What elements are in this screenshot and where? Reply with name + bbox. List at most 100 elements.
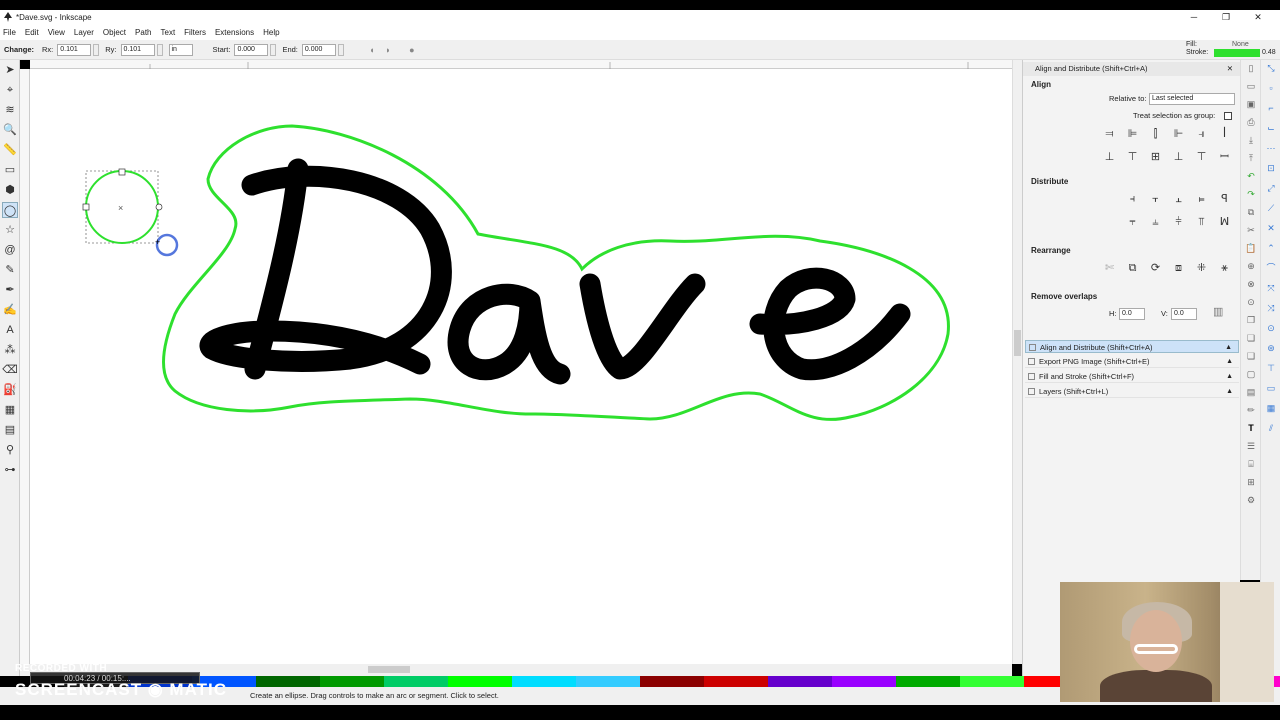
randomize-centers-icon[interactable]: ⁜ [1193,260,1210,277]
menu-text[interactable]: Text [161,28,176,37]
palette-swatch[interactable] [960,676,1024,687]
spiral-tool-icon[interactable]: @ [2,242,18,258]
copy-icon[interactable]: ⧉ [1243,204,1259,220]
snap-others-icon[interactable]: ⤨ [1263,300,1279,316]
panel-layers[interactable]: Layers (Shift+Ctrl+L) ▲ [1025,385,1239,398]
save-icon[interactable]: ▣ [1243,96,1259,112]
distribute-gaps-h-icon[interactable]: ⫢ [1193,191,1210,208]
snap-bbox-icon[interactable]: ▫ [1263,80,1279,96]
menu-layer[interactable]: Layer [74,28,94,37]
fill-stroke-dialog-icon[interactable]: ✏ [1243,402,1259,418]
menu-file[interactable]: File [3,28,16,37]
ellipse-tool-icon[interactable]: ◯ [2,202,18,218]
duplicate-icon[interactable]: ❐ [1243,312,1259,328]
panel-align-chevron-icon[interactable]: ▲ [1225,341,1232,354]
rx-input[interactable]: 0.101 [57,43,92,56]
palette-swatch[interactable] [320,676,384,687]
zoom-page-icon[interactable]: ⊙ [1243,294,1259,310]
vscroll-thumb[interactable] [1014,330,1021,356]
exchange-z-order-icon[interactable]: ⧈ [1170,260,1187,277]
align-bottom-edge-icon[interactable]: ⊥ [1101,149,1118,166]
distribute-text-v-icon[interactable]: ꟽ [1216,214,1233,231]
arc-open-icon[interactable]: ◖ [366,44,378,56]
panel-align-distribute[interactable]: Align and Distribute (Shift+Ctrl+A) ▲ [1025,340,1239,353]
bucket-tool-icon[interactable]: ⛽ [2,382,18,398]
import-icon[interactable]: ⤓ [1243,132,1259,148]
unlink-clone-icon[interactable]: ❑ [1243,348,1259,364]
v-gap-input[interactable]: 0.0 [1171,308,1197,320]
menu-path[interactable]: Path [135,28,151,37]
calligraphy-tool-icon[interactable]: ✍ [2,302,18,318]
unclump-icon[interactable]: ⚹ [1216,260,1233,277]
align-left-edges-icon[interactable]: ⊫ [1124,126,1141,143]
paste-icon[interactable]: 📋 [1243,240,1259,256]
dock-close-icon[interactable]: ✕ [1227,62,1233,76]
connector-tool-icon[interactable]: ⊶ [2,462,18,478]
center-horizontal-axis-icon[interactable]: ⊞ [1147,149,1164,166]
make-whole-icon[interactable]: ● [406,44,418,56]
snap-bbox-edges-icon[interactable]: ⌐ [1263,100,1279,116]
palette-swatch[interactable] [512,676,576,687]
new-document-icon[interactable]: ▯ [1243,60,1259,76]
align-bottom-edges-icon[interactable]: ⊥ [1170,149,1187,166]
spray-tool-icon[interactable]: ⁂ [2,342,18,358]
zoom-drawing-icon[interactable]: ⊗ [1243,276,1259,292]
measure-tool-icon[interactable]: 📏 [2,142,18,158]
panel-fill-stroke[interactable]: Fill and Stroke (Shift+Ctrl+F) ▲ [1025,370,1239,383]
menu-help[interactable]: Help [263,28,279,37]
start-input[interactable]: 0.000 [234,43,269,56]
open-icon[interactable]: ▭ [1243,78,1259,94]
horizontal-ruler[interactable] [30,60,1012,69]
undo-icon[interactable]: ↶ [1243,168,1259,184]
snap-centers-icon[interactable]: ⊙ [1263,320,1279,336]
snap-toggle-icon[interactable]: ⤡ [1263,60,1279,76]
xml-editor-icon[interactable]: ⌸ [1243,456,1259,472]
distribute-bottom-edges-icon[interactable]: ⫩ [1170,214,1187,231]
align-top-edge-icon[interactable]: ⊤ [1193,149,1210,166]
treat-group-checkbox[interactable] [1224,112,1232,120]
dropper-tool-icon[interactable]: ⚲ [2,442,18,458]
menu-edit[interactable]: Edit [25,28,39,37]
menu-filters[interactable]: Filters [184,28,206,37]
menu-object[interactable]: Object [103,28,126,37]
palette-swatch[interactable] [768,676,832,687]
vertical-ruler[interactable] [20,69,30,664]
eraser-tool-icon[interactable]: ⌫ [2,362,18,378]
snap-smooth-nodes-icon[interactable]: ⌒ [1263,260,1279,276]
dave-text-object[interactable] [199,158,911,385]
graph-layout-icon[interactable]: ✄ [1101,260,1118,277]
distribute-text-h-icon[interactable]: ꟼ [1216,191,1233,208]
remove-overlaps-icon[interactable]: ▥ [1213,305,1223,318]
distribute-centers-v-icon[interactable]: ⫨ [1147,214,1164,231]
palette-swatch[interactable] [256,676,320,687]
panel-export-chevron-icon[interactable]: ▲ [1226,355,1233,368]
node-tool-icon[interactable]: ⌖ [2,82,18,98]
h-gap-input[interactable]: 0.0 [1119,308,1145,320]
align-baselines-icon[interactable]: ꟷ [1216,149,1233,166]
close-button[interactable]: ✕ [1242,10,1274,24]
end-spinner[interactable] [337,43,344,56]
zoom-tool-icon[interactable]: 🔍 [2,122,18,138]
rect-tool-icon[interactable]: ▭ [2,162,18,178]
stroke-swatch[interactable] [1214,49,1260,57]
distribute-gaps-v-icon[interactable]: ⫪ [1193,214,1210,231]
center-vertical-axis-icon[interactable]: ⫿ [1147,126,1164,143]
snap-grids-icon[interactable]: ▦ [1263,400,1279,416]
cut-icon[interactable]: ✂ [1243,222,1259,238]
snap-midpoints-icon[interactable]: ⤧ [1263,280,1279,296]
export-icon[interactable]: ⤒ [1243,150,1259,166]
relative-to-select[interactable]: Last selected [1149,93,1235,105]
hscroll-thumb[interactable] [368,666,410,673]
palette-swatch[interactable] [384,676,448,687]
distribute-centers-h-icon[interactable]: ⫟ [1147,191,1164,208]
group-icon[interactable]: ▢ [1243,366,1259,382]
pen-tool-icon[interactable]: ✒ [2,282,18,298]
distribute-right-edges-icon[interactable]: ⫠ [1170,191,1187,208]
align-dialog-icon[interactable]: ⊞ [1243,474,1259,490]
star-tool-icon[interactable]: ☆ [2,222,18,238]
snap-paths-icon[interactable]: ⟋ [1263,200,1279,216]
snap-text-baseline-icon[interactable]: ⊤ [1263,360,1279,376]
snap-page-border-icon[interactable]: ▭ [1263,380,1279,396]
layers-dialog-icon[interactable]: ☰ [1243,438,1259,454]
print-icon[interactable]: ⎙ [1243,114,1259,130]
